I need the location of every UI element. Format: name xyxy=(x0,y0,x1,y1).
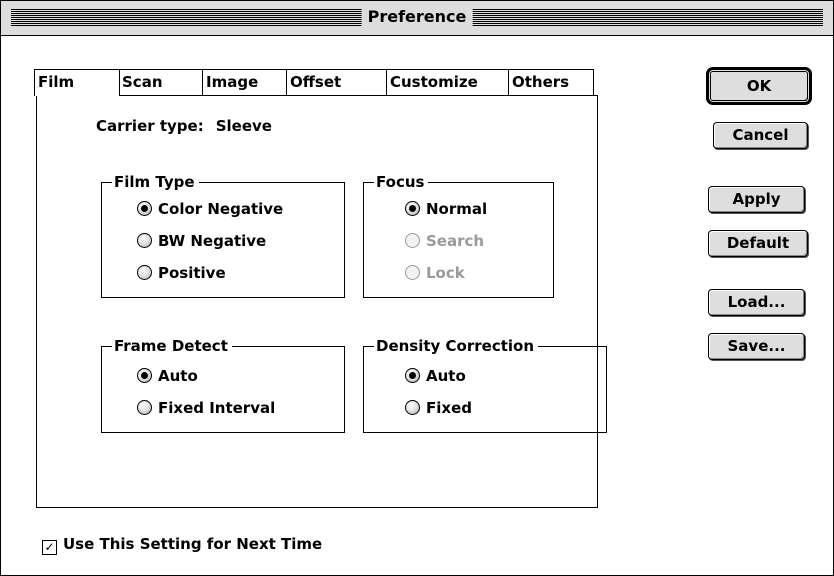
density-correction-legend: Density Correction xyxy=(374,336,539,356)
radio-label: Fixed Interval xyxy=(158,399,276,417)
carrier-type-row: Carrier type: Sleeve xyxy=(96,117,272,135)
radio-normal[interactable]: Normal xyxy=(405,198,487,220)
tab-others[interactable]: Others xyxy=(508,69,594,95)
tab-offset[interactable]: Offset xyxy=(286,69,388,95)
carrier-type-value: Sleeve xyxy=(215,117,272,135)
load-button[interactable]: Load... xyxy=(708,289,805,316)
radio-label: Lock xyxy=(426,264,465,282)
radio-density-auto[interactable]: Auto xyxy=(405,365,466,387)
radio-selected-icon xyxy=(405,201,420,216)
radio-label: Search xyxy=(426,232,485,250)
radio-density-fixed[interactable]: Fixed xyxy=(405,397,472,419)
radio-unselected-icon xyxy=(137,265,152,280)
use-setting-next-time-checkbox[interactable]: ✓ Use This Setting for Next Time xyxy=(42,533,322,555)
radio-search: Search xyxy=(405,230,484,252)
radio-label: Auto xyxy=(426,367,466,385)
radio-selected-icon xyxy=(137,201,152,216)
save-button[interactable]: Save... xyxy=(708,333,805,360)
carrier-type-label: Carrier type: xyxy=(96,117,204,135)
radio-label: Positive xyxy=(158,264,226,282)
tab-scan[interactable]: Scan xyxy=(118,69,204,95)
film-type-legend: Film Type xyxy=(112,172,199,192)
radio-label: Auto xyxy=(158,367,198,385)
radio-unselected-icon xyxy=(137,233,152,248)
density-correction-group: Density Correction xyxy=(363,336,607,433)
radio-unselected-icon xyxy=(405,400,420,415)
cancel-button[interactable]: Cancel xyxy=(713,122,808,149)
radio-label: Fixed xyxy=(426,399,472,417)
tab-customize[interactable]: Customize xyxy=(386,69,510,95)
radio-label: Normal xyxy=(426,200,488,218)
radio-unselected-icon xyxy=(137,400,152,415)
radio-label: Color Negative xyxy=(158,200,284,218)
film-tab-panel xyxy=(36,95,598,508)
radio-label: BW Negative xyxy=(158,232,267,250)
radio-fixed-interval[interactable]: Fixed Interval xyxy=(137,397,275,419)
tab-image[interactable]: Image xyxy=(202,69,288,95)
radio-positive[interactable]: Positive xyxy=(137,262,226,284)
radio-lock: Lock xyxy=(405,262,465,284)
checkbox-label: Use This Setting for Next Time xyxy=(63,535,323,553)
title-bar[interactable]: Preference xyxy=(1,1,833,36)
radio-disabled-icon xyxy=(405,233,420,248)
window-title: Preference xyxy=(361,4,473,30)
radio-color-negative[interactable]: Color Negative xyxy=(137,198,283,220)
frame-detect-legend: Frame Detect xyxy=(112,336,232,356)
radio-selected-icon xyxy=(137,368,152,383)
radio-bw-negative[interactable]: BW Negative xyxy=(137,230,266,252)
radio-frame-auto[interactable]: Auto xyxy=(137,365,198,387)
frame-detect-group: Frame Detect xyxy=(101,336,345,433)
ok-button[interactable]: OK xyxy=(706,67,812,105)
radio-disabled-icon xyxy=(405,265,420,280)
apply-button[interactable]: Apply xyxy=(708,186,805,213)
radio-selected-icon xyxy=(405,368,420,383)
focus-legend: Focus xyxy=(374,172,429,192)
default-button[interactable]: Default xyxy=(708,230,808,257)
checkmark-icon: ✓ xyxy=(42,540,57,555)
tab-film[interactable]: Film xyxy=(34,69,120,96)
